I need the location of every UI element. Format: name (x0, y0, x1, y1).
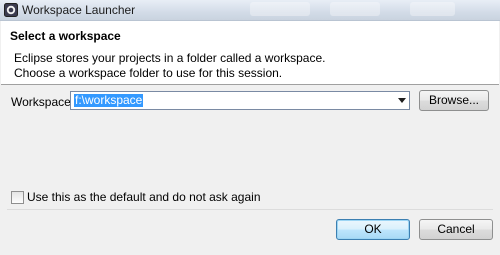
default-checkbox-label[interactable]: Use this as the default and do not ask a… (27, 190, 261, 204)
window-title: Workspace Launcher (22, 3, 136, 17)
default-checkbox[interactable] (11, 191, 24, 204)
workspace-path-value[interactable]: f:\workspace (74, 94, 144, 107)
header-description-line2: Choose a workspace folder to use for thi… (14, 66, 283, 80)
browse-button[interactable]: Browse... (419, 90, 489, 111)
title-bar-background (250, 2, 310, 16)
workspace-label: Workspace: (11, 95, 75, 109)
header-panel: Select a workspace Eclipse stores your p… (1, 21, 499, 85)
chevron-down-icon[interactable] (398, 98, 406, 103)
header-title: Select a workspace (10, 29, 121, 43)
workspace-combo[interactable]: f:\workspace (70, 91, 410, 110)
title-bar-background (330, 2, 380, 16)
title-bar-background (410, 2, 455, 16)
header-description-line1: Eclipse stores your projects in a folder… (14, 51, 326, 65)
ok-button[interactable]: OK (336, 219, 410, 240)
eclipse-app-icon (4, 3, 18, 17)
cancel-button[interactable]: Cancel (419, 219, 493, 240)
title-bar[interactable]: Workspace Launcher (0, 0, 500, 21)
workspace-launcher-dialog: Workspace Launcher Select a workspace Ec… (0, 0, 500, 255)
divider (7, 209, 493, 210)
